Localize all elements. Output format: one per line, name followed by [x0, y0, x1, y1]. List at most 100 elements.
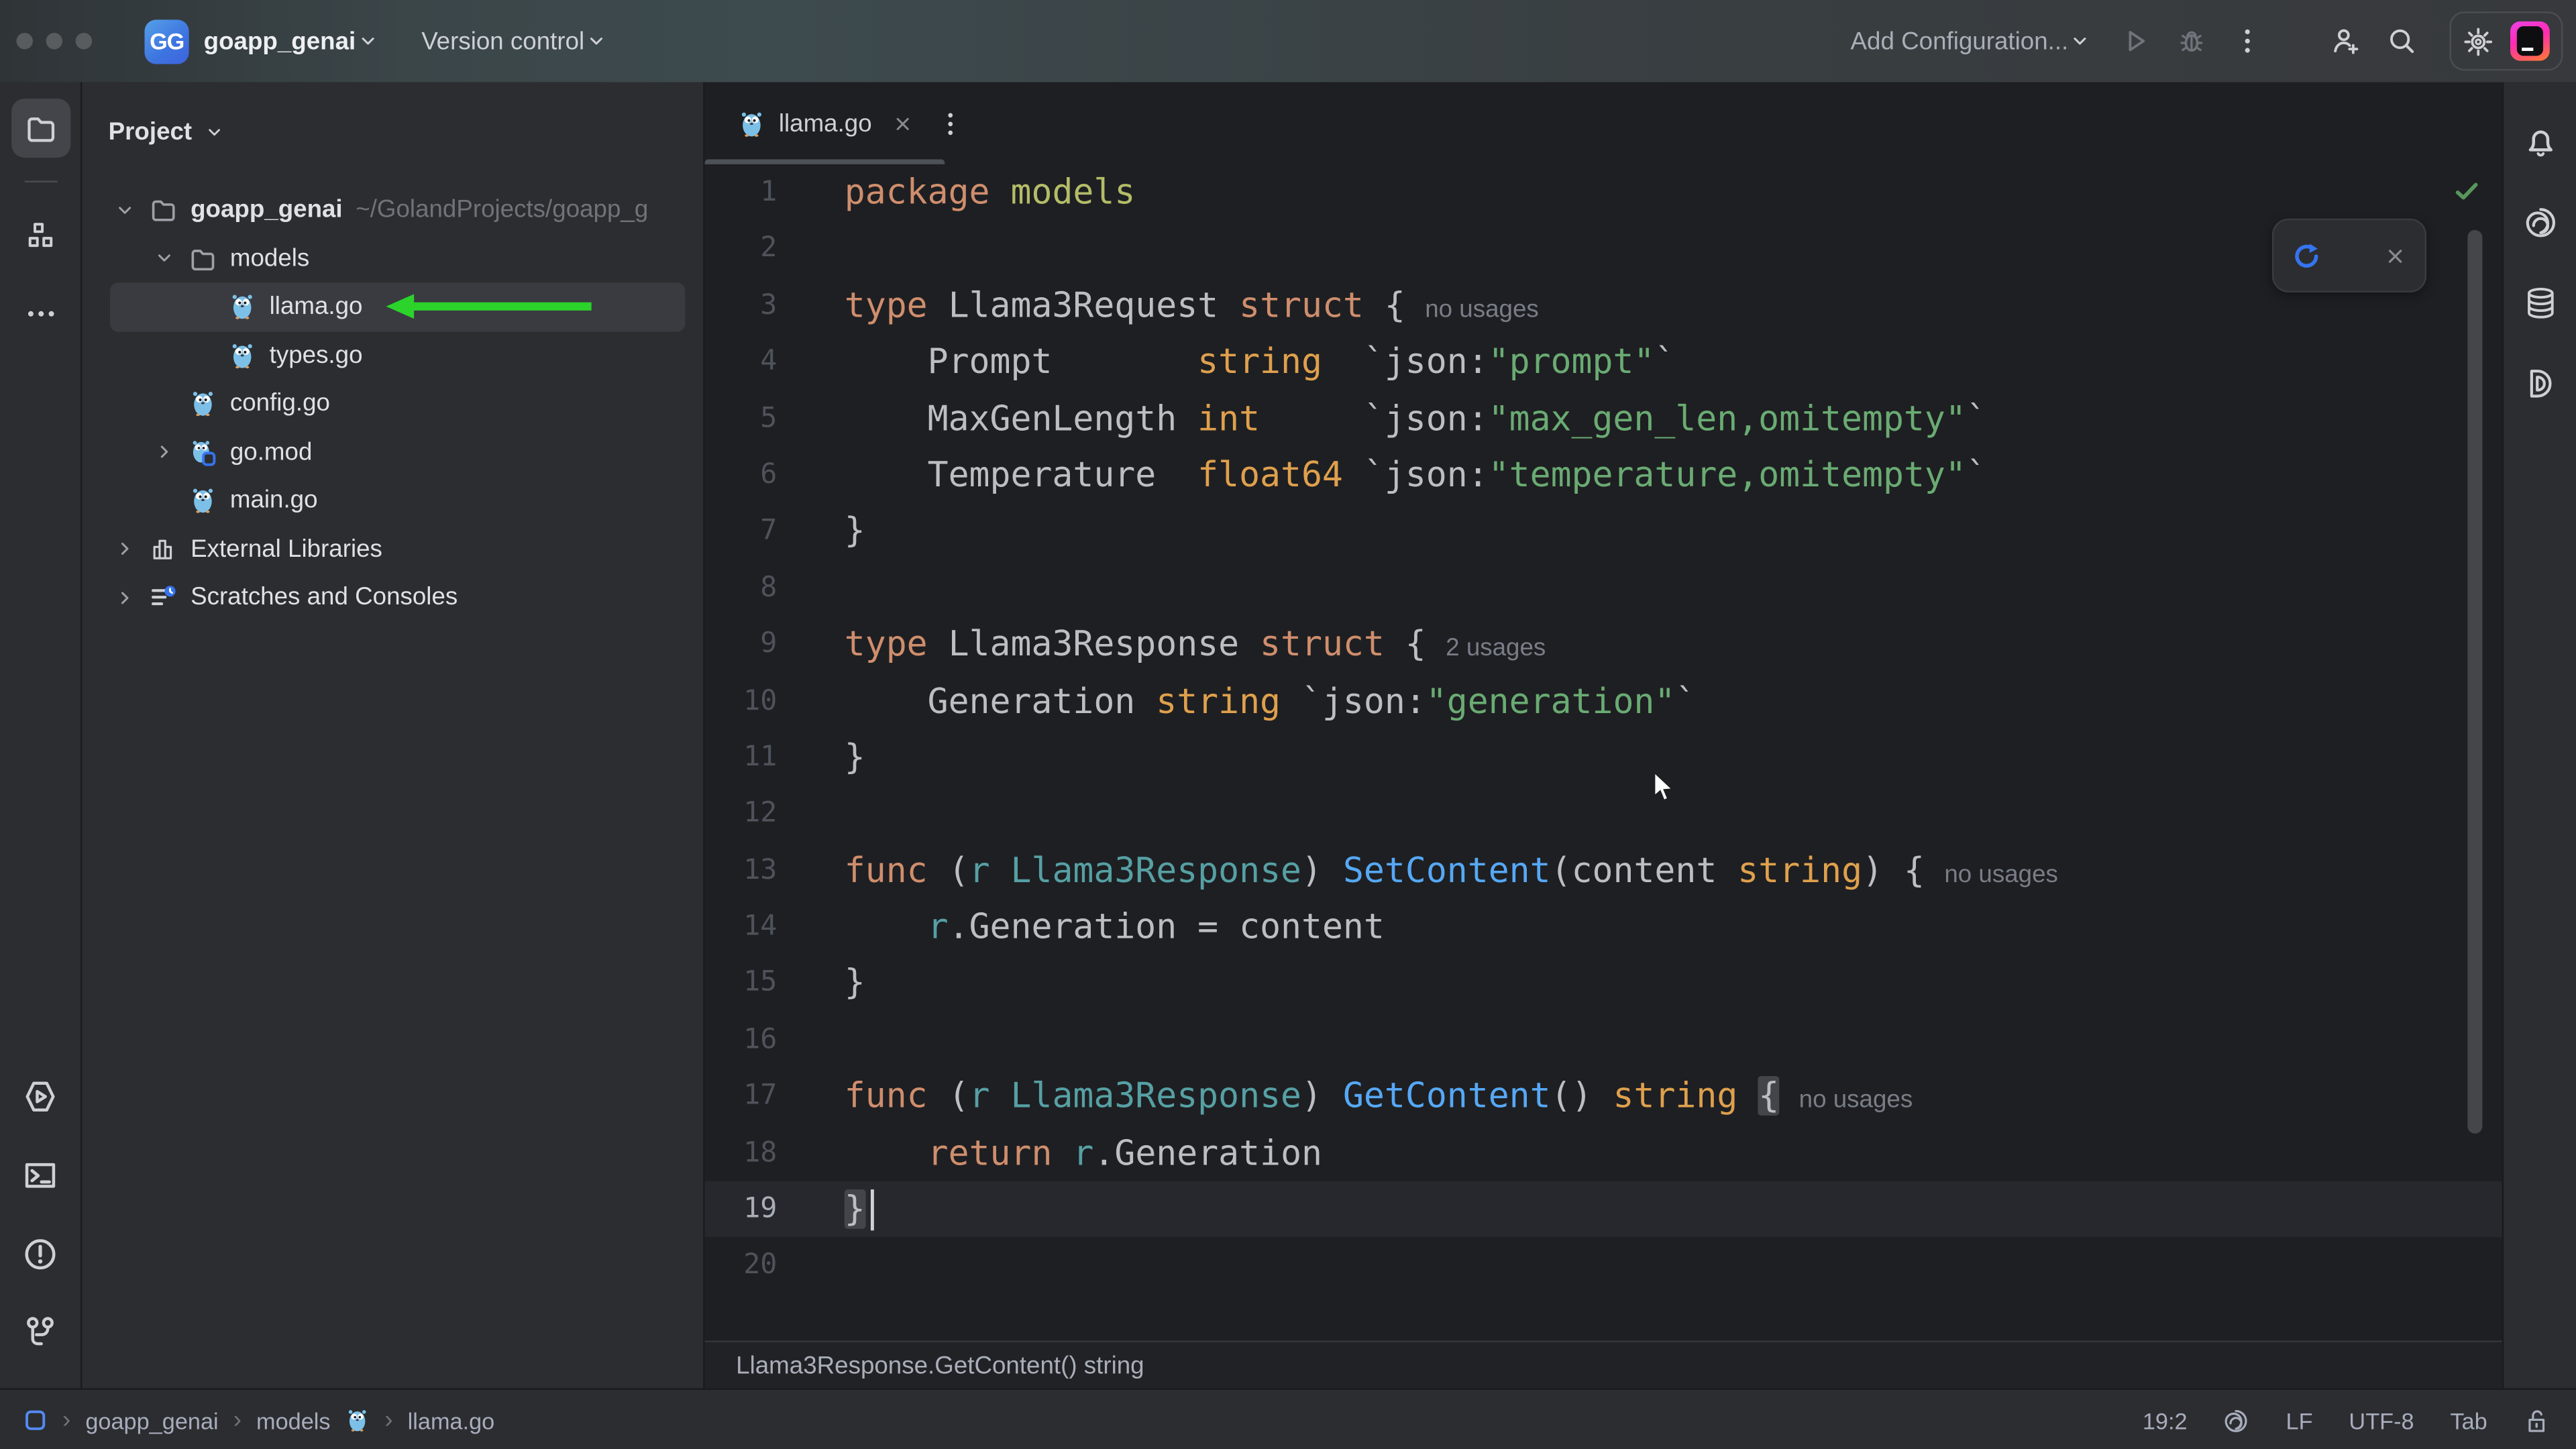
code-line-17[interactable]: 17func (r Llama3Response) GetContent() s…	[705, 1068, 2502, 1124]
window-controls[interactable]	[0, 33, 92, 49]
tab-llama-go[interactable]: llama.go	[705, 82, 936, 164]
code-line-19[interactable]: 19}	[705, 1181, 2502, 1238]
code-line-11[interactable]: 11}	[705, 729, 2502, 786]
code-line-14[interactable]: 14 r.Generation = content	[705, 899, 2502, 955]
breadcrumb-item[interactable]: models	[256, 1407, 331, 1434]
settings-icon[interactable]	[2463, 25, 2494, 57]
line-number: 1	[705, 164, 777, 221]
code-editor[interactable]: 1package models23type Llama3Request stru…	[705, 164, 2502, 1340]
encoding[interactable]: UTF-8	[2349, 1407, 2414, 1434]
search-button[interactable]	[2374, 13, 2430, 69]
code-line-9[interactable]: 9type Llama3Response struct {2 usages	[705, 616, 2502, 673]
tree-item-scratches-and-consoles[interactable]: Scratches and Consoles	[82, 574, 703, 622]
code-line-12[interactable]: 12	[705, 786, 2502, 842]
code-line-18[interactable]: 18 return r.Generation	[705, 1125, 2502, 1181]
terminal-tool-button[interactable]	[11, 1145, 70, 1204]
code-line-4[interactable]: 4 Prompt string `json:"prompt"`	[705, 334, 2502, 390]
tree-item-types-go[interactable]: types.go	[82, 331, 703, 379]
line-ending[interactable]: LF	[2286, 1407, 2313, 1434]
tree-item-config-go[interactable]: config.go	[82, 380, 703, 428]
code-line-1[interactable]: 1package models	[705, 164, 2502, 221]
project-panel-title[interactable]: Project	[109, 117, 193, 146]
line-number: 11	[705, 729, 777, 786]
ai-assistant-icon	[2522, 205, 2557, 239]
code-line-16[interactable]: 16	[705, 1012, 2502, 1068]
code-line-20[interactable]: 20	[705, 1238, 2502, 1294]
structure-tool-button[interactable]	[11, 205, 70, 264]
line-number: 6	[705, 447, 777, 503]
editor-scrollbar[interactable]	[2467, 230, 2482, 1134]
code-line-2[interactable]: 2	[705, 221, 2502, 277]
widget-close-icon[interactable]	[2383, 244, 2406, 267]
tree-right-chevron-icon[interactable]	[113, 586, 136, 609]
services-tool-icon	[23, 1079, 57, 1113]
tree-right-chevron-icon[interactable]	[113, 537, 136, 560]
code-line-7[interactable]: 7}	[705, 503, 2502, 559]
breadcrumb-item[interactable]: llama.go	[408, 1407, 495, 1434]
tree-item-main-go[interactable]: main.go	[82, 476, 703, 525]
code-line-13[interactable]: 13func (r Llama3Response) SetContent(con…	[705, 843, 2502, 899]
project-panel-chevron-icon[interactable]	[203, 121, 225, 142]
reload-icon[interactable]	[2292, 241, 2321, 270]
usages-inlay-hint[interactable]: no usages	[1944, 861, 2058, 889]
usages-inlay-hint[interactable]: no usages	[1799, 1086, 1913, 1114]
project-name-menu[interactable]: goapp_genai	[204, 27, 356, 55]
code-line-3[interactable]: 3type Llama3Request struct {no usages	[705, 277, 2502, 333]
tree-item-models[interactable]: models	[82, 234, 703, 282]
documentation-button[interactable]	[2510, 354, 2569, 413]
run-button[interactable]	[2108, 13, 2163, 69]
title-bar: GG goapp_genai Version control Add Confi…	[0, 0, 2576, 82]
code-text: }	[705, 1181, 2502, 1238]
usages-inlay-hint[interactable]: 2 usages	[1446, 635, 1546, 663]
inspections-ok-icon[interactable]	[2453, 177, 2481, 205]
run-configuration-selector[interactable]: Add Configuration...	[1851, 27, 2092, 55]
window-close-button[interactable]	[16, 33, 32, 49]
run-config-chevron-icon[interactable]	[2068, 30, 2091, 52]
tree-down-chevron-icon[interactable]	[153, 247, 176, 270]
database-button[interactable]	[2510, 274, 2569, 333]
tab-close-icon[interactable]	[892, 113, 913, 134]
breadcrumb: ›goapp_genai›models ›llama.go	[23, 1406, 494, 1434]
code-line-6[interactable]: 6 Temperature float64 `json:"temperature…	[705, 447, 2502, 503]
project-tool-button[interactable]	[11, 99, 70, 158]
window-minimize-button[interactable]	[46, 33, 62, 49]
ai-assistant-button[interactable]	[2510, 193, 2569, 252]
version-control-chevron-icon[interactable]	[584, 30, 607, 52]
tree-item-goapp-genai[interactable]: goapp_genai~/GolandProjects/goapp_g	[82, 186, 703, 234]
writable-icon[interactable]	[2524, 1407, 2550, 1434]
caret-position[interactable]: 19:2	[2143, 1407, 2188, 1434]
services-tool-button[interactable]	[11, 1066, 70, 1125]
code-text: }	[705, 955, 2502, 1012]
tree-item-label: goapp_genai	[191, 196, 343, 224]
window-zoom-button[interactable]	[76, 33, 92, 49]
code-line-8[interactable]: 8	[705, 559, 2502, 616]
code-line-15[interactable]: 15}	[705, 955, 2502, 1012]
tree-item-go-mod[interactable]: go.mod	[82, 428, 703, 476]
indent-style[interactable]: Tab	[2450, 1407, 2487, 1434]
database-icon	[2522, 286, 2557, 320]
stripe-divider	[24, 180, 57, 182]
more-actions-button[interactable]	[2220, 13, 2275, 69]
ai-status-icon[interactable]	[2223, 1407, 2249, 1434]
code-line-5[interactable]: 5 MaxGenLength int `json:"max_gen_len,om…	[705, 390, 2502, 447]
tab-bar-more-icon[interactable]	[936, 109, 964, 138]
tree-item-label: External Libraries	[191, 535, 382, 564]
git-tool-button[interactable]	[11, 1303, 70, 1362]
problems-tool-button[interactable]	[11, 1224, 70, 1283]
code-line-10[interactable]: 10 Generation string `json:"generation"`	[705, 673, 2502, 729]
tree-item-label: main.go	[230, 487, 318, 515]
add-user-button[interactable]	[2318, 13, 2374, 69]
more-tool-windows-button[interactable]	[11, 284, 70, 343]
project-menu-chevron-icon[interactable]	[356, 30, 378, 52]
tree-item-external-libraries[interactable]: External Libraries	[82, 525, 703, 573]
tree-item-llama-go[interactable]: llama.go	[82, 282, 703, 331]
breadcrumb-item[interactable]: goapp_genai	[85, 1407, 218, 1434]
debug-button[interactable]	[2163, 13, 2219, 69]
notifications-button[interactable]	[2510, 113, 2569, 172]
usages-inlay-hint[interactable]: no usages	[1425, 295, 1539, 323]
account-avatar[interactable]	[2510, 21, 2550, 61]
tree-down-chevron-icon[interactable]	[113, 199, 136, 221]
line-number: 4	[705, 334, 777, 390]
version-control-menu[interactable]: Version control	[421, 27, 584, 55]
tree-right-chevron-icon[interactable]	[153, 441, 176, 464]
